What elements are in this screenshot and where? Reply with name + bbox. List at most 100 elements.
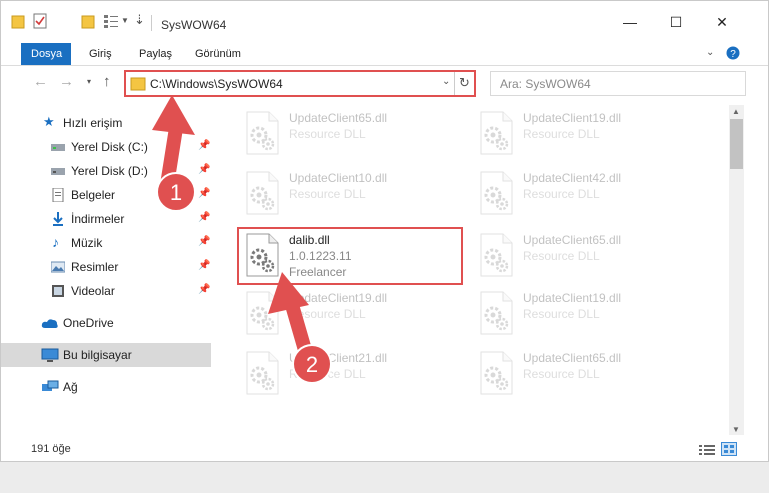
sidebar-item-documents[interactable]: Belgeler 📌 bbox=[1, 183, 211, 207]
music-icon: ♪ bbox=[52, 234, 59, 250]
refresh-icon[interactable]: ↻ bbox=[459, 75, 470, 91]
drive-icon bbox=[51, 168, 65, 175]
pin-icon[interactable]: 📌 bbox=[198, 260, 210, 271]
file-type: Resource DLL bbox=[523, 187, 600, 201]
scroll-thumb[interactable] bbox=[730, 119, 743, 169]
address-divider bbox=[454, 72, 455, 95]
file-name: UpdateClient42.dll bbox=[523, 171, 622, 185]
pin-icon[interactable]: 📌 bbox=[198, 164, 210, 175]
scroll-down-icon[interactable]: ▼ bbox=[732, 425, 740, 434]
sidebar-item-label: Hızlı erişim bbox=[63, 116, 123, 130]
download-icon bbox=[53, 212, 63, 226]
pin-icon[interactable]: 📌 bbox=[198, 236, 210, 247]
pin-icon[interactable]: 📌 bbox=[198, 284, 210, 295]
sidebar-item-label: Müzik bbox=[71, 236, 103, 250]
bottom-strip bbox=[0, 462, 769, 493]
view-list-icon[interactable] bbox=[103, 13, 119, 29]
svg-text:?: ? bbox=[730, 49, 736, 60]
file-name: UpdateClient65.dll bbox=[289, 111, 388, 125]
dll-file-icon bbox=[480, 351, 513, 395]
help-icon[interactable]: ? bbox=[726, 46, 740, 60]
file-item[interactable]: UpdateClient19.dll Resource DLL bbox=[239, 285, 464, 343]
forward-arrow-icon[interactable]: → bbox=[59, 73, 74, 90]
back-arrow-icon[interactable]: ← bbox=[33, 73, 48, 90]
dll-file-icon bbox=[246, 291, 279, 335]
vertical-scrollbar[interactable]: ▲ ▼ bbox=[729, 105, 744, 435]
sidebar-item-disk-c[interactable]: Yerel Disk (C:) 📌 bbox=[1, 135, 211, 159]
sidebar-item-onedrive[interactable]: OneDrive bbox=[1, 311, 211, 335]
explorer-window: ▼ ⇣ SysWOW64 — ☐ ✕ Dosya Giriş Paylaş Gö… bbox=[0, 0, 769, 462]
file-item[interactable]: UpdateClient19.dll Resource DLL bbox=[473, 285, 698, 343]
file-name: UpdateClient65.dll bbox=[523, 351, 622, 365]
qa-dropdown-icon[interactable]: ▼ bbox=[121, 16, 129, 25]
address-path: C:\Windows\SysWOW64 bbox=[150, 77, 283, 91]
file-item[interactable]: UpdateClient42.dll Resource DLL bbox=[473, 165, 698, 223]
sidebar-item-music[interactable]: ♪ Müzik 📌 bbox=[1, 231, 211, 255]
tab-dosya[interactable]: Dosya bbox=[21, 43, 71, 65]
sidebar-item-network[interactable]: Ağ bbox=[1, 375, 211, 399]
tab-giris[interactable]: Giriş bbox=[79, 43, 122, 65]
sidebar-item-label: Yerel Disk (D:) bbox=[71, 164, 148, 178]
file-type: Resource DLL bbox=[289, 187, 366, 201]
ribbon-divider bbox=[1, 65, 768, 66]
minimize-button[interactable]: — bbox=[607, 9, 653, 35]
sidebar-item-this-pc[interactable]: Bu bilgisayar bbox=[1, 343, 211, 367]
file-item[interactable]: UpdateClient21.dll Resource DLL bbox=[239, 345, 464, 403]
window-title: SysWOW64 bbox=[161, 18, 227, 32]
tab-paylas[interactable]: Paylaş bbox=[129, 43, 182, 65]
sidebar-item-label: Ağ bbox=[63, 380, 78, 394]
pin-icon[interactable]: 📌 bbox=[198, 188, 210, 199]
file-name: UpdateClient21.dll bbox=[289, 351, 388, 365]
search-box[interactable]: Ara: SysWOW64 bbox=[490, 71, 746, 96]
file-name: UpdateClient19.dll bbox=[289, 291, 388, 305]
dll-file-icon bbox=[480, 291, 513, 335]
file-name: UpdateClient10.dll bbox=[289, 171, 388, 185]
qa-customize-icon[interactable]: ⇣ bbox=[134, 12, 145, 28]
folder-icon bbox=[130, 77, 146, 91]
details-view-icon[interactable] bbox=[699, 444, 715, 456]
recent-locations-icon[interactable]: ▾ bbox=[87, 77, 91, 86]
title-bar: ▼ ⇣ SysWOW64 — ☐ ✕ bbox=[1, 1, 768, 41]
file-item[interactable]: UpdateClient65.dll Resource DLL bbox=[473, 227, 698, 285]
dll-file-icon bbox=[480, 171, 513, 215]
dll-file-icon bbox=[246, 111, 279, 155]
pin-icon[interactable]: 📌 bbox=[198, 212, 210, 223]
search-placeholder: Ara: SysWOW64 bbox=[500, 77, 591, 91]
file-name: UpdateClient65.dll bbox=[523, 233, 622, 247]
file-type: Resource DLL bbox=[523, 127, 600, 141]
large-icons-view-icon[interactable] bbox=[721, 442, 737, 456]
sidebar-item-downloads[interactable]: İndirmeler 📌 bbox=[1, 207, 211, 231]
file-type: Resource DLL bbox=[523, 367, 600, 381]
file-item[interactable]: UpdateClient65.dll Resource DLL bbox=[473, 345, 698, 403]
scroll-up-icon[interactable]: ▲ bbox=[732, 107, 740, 116]
sidebar-item-label: Bu bilgisayar bbox=[63, 348, 132, 362]
pin-icon[interactable]: 📌 bbox=[198, 140, 210, 151]
file-item[interactable]: UpdateClient10.dll Resource DLL bbox=[239, 165, 464, 223]
sidebar-item-quick-access[interactable]: ★ Hızlı erişim bbox=[1, 111, 211, 135]
address-dropdown-icon[interactable]: ⌄ bbox=[442, 76, 450, 87]
file-type: Resource DLL bbox=[289, 367, 366, 381]
properties-icon[interactable] bbox=[33, 13, 47, 29]
file-name: UpdateClient19.dll bbox=[523, 291, 622, 305]
file-type: Resource DLL bbox=[289, 127, 366, 141]
sidebar-item-label: İndirmeler bbox=[71, 212, 125, 226]
pictures-icon bbox=[51, 261, 65, 273]
close-button[interactable]: ✕ bbox=[699, 9, 745, 35]
sidebar-item-disk-d[interactable]: Yerel Disk (D:) 📌 bbox=[1, 159, 211, 183]
sidebar-item-label: Belgeler bbox=[71, 188, 116, 202]
up-arrow-icon[interactable]: ↑ bbox=[103, 73, 111, 90]
dll-file-icon bbox=[246, 171, 279, 215]
dll-file-icon bbox=[480, 111, 513, 155]
title-divider bbox=[151, 15, 152, 31]
file-item[interactable]: UpdateClient65.dll Resource DLL bbox=[239, 105, 464, 163]
sidebar-item-videos[interactable]: Videolar 📌 bbox=[1, 279, 211, 303]
tab-gorunum[interactable]: Görünüm bbox=[185, 43, 251, 65]
cloud-icon bbox=[41, 319, 58, 328]
ribbon-expand-icon[interactable]: ⌄ bbox=[706, 47, 714, 58]
maximize-button[interactable]: ☐ bbox=[653, 9, 699, 35]
file-item[interactable]: UpdateClient19.dll Resource DLL bbox=[473, 105, 698, 163]
new-folder-icon[interactable] bbox=[81, 13, 95, 29]
folder-icon bbox=[11, 15, 25, 29]
address-bar[interactable]: C:\Windows\SysWOW64 ⌄ ↻ bbox=[124, 70, 476, 97]
sidebar-item-pictures[interactable]: Resimler 📌 bbox=[1, 255, 211, 279]
